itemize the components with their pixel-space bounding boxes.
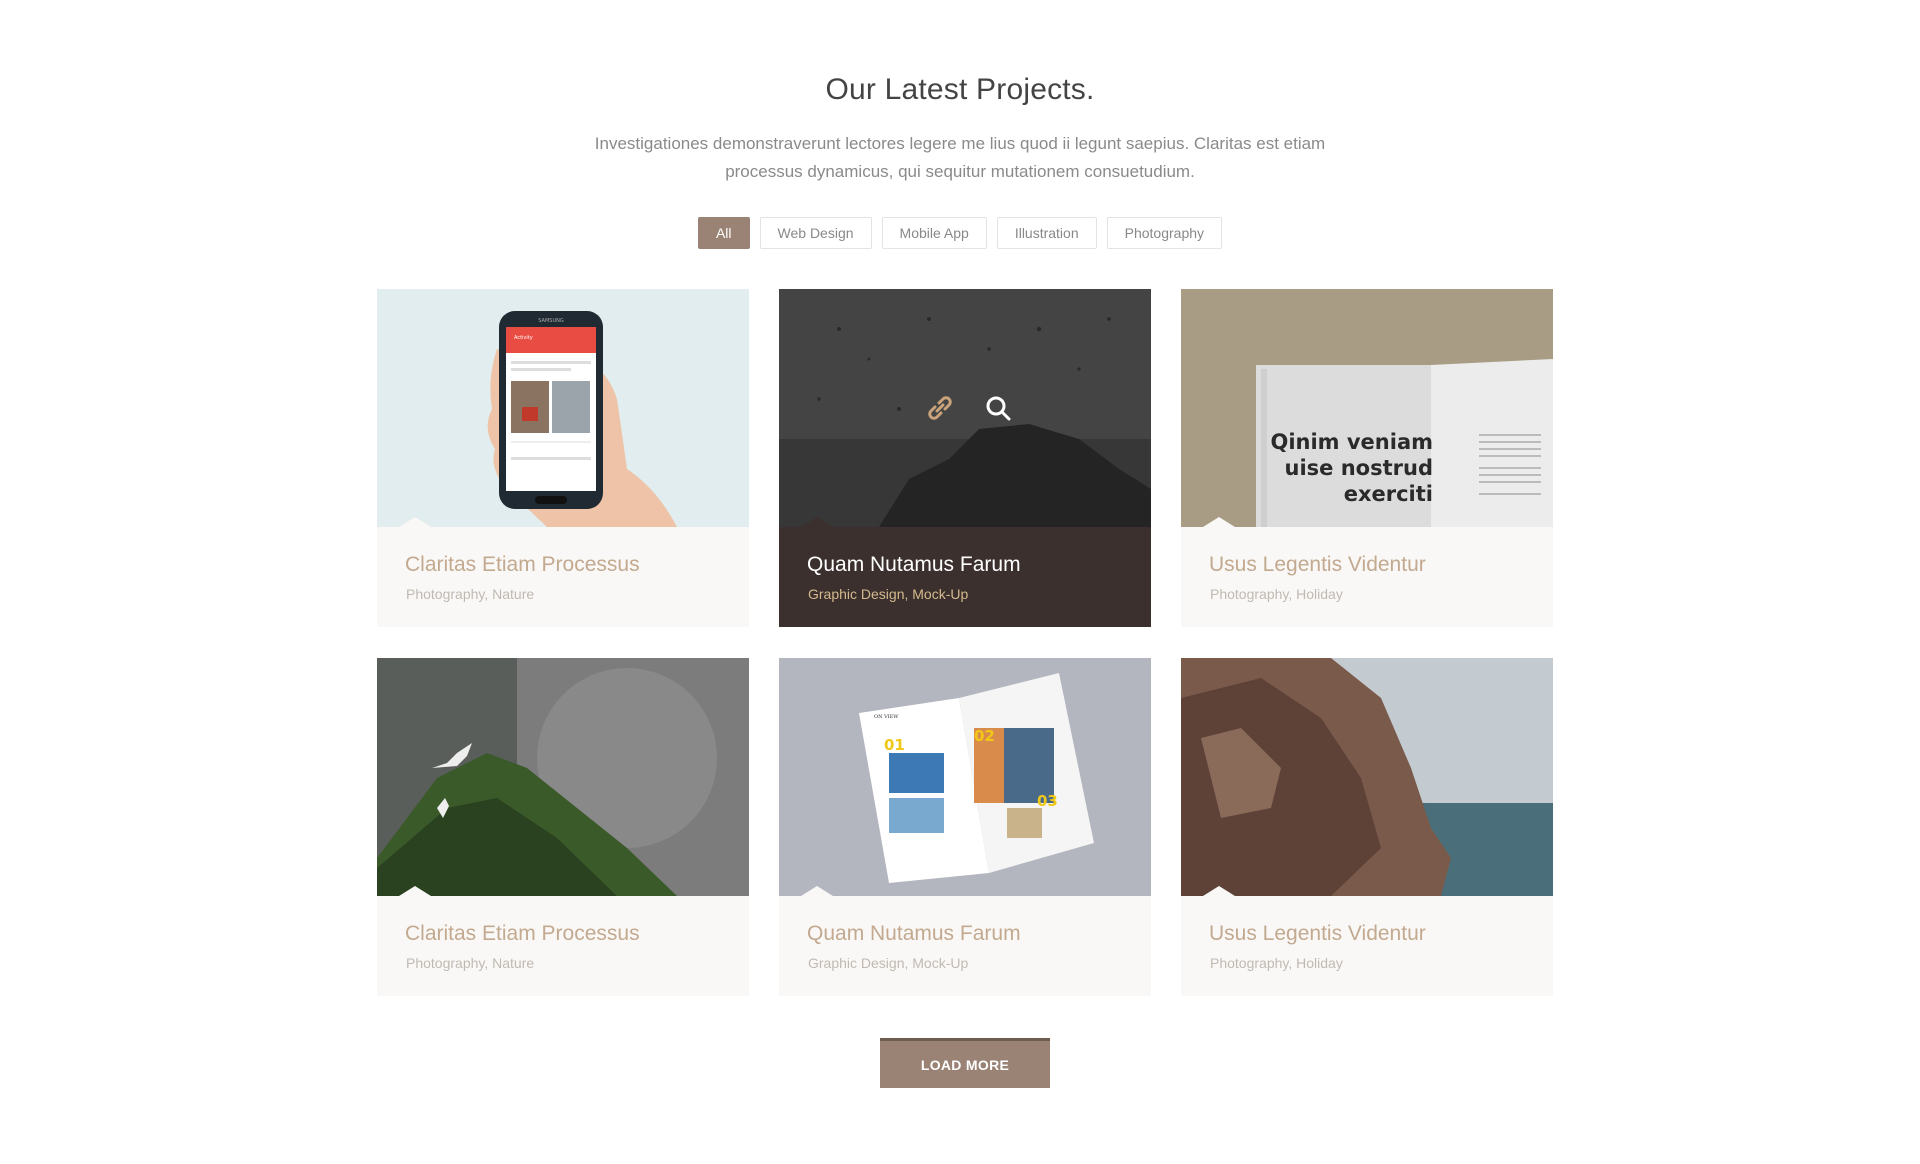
project-title[interactable]: Claritas Etiam Processus xyxy=(405,922,640,946)
filter-illustration[interactable]: Illustration xyxy=(996,217,1097,249)
brochure-photo: 01 02 03 ON VIEW xyxy=(779,658,1151,896)
project-image-brochure[interactable]: 01 02 03 ON VIEW xyxy=(779,658,1151,896)
project-card[interactable]: Claritas Etiam Processus Photography, Na… xyxy=(377,658,749,996)
card-notch xyxy=(1203,517,1235,527)
project-image-rock[interactable] xyxy=(779,289,1151,527)
portfolio-filters: All Web Design Mobile App Illustration P… xyxy=(0,217,1920,249)
search-icon[interactable] xyxy=(983,393,1013,423)
phone-illustration: SAMSUNG Activity xyxy=(377,289,749,527)
project-card[interactable]: 01 02 03 ON VIEW Quam Nutamus Farum Grap… xyxy=(779,658,1151,996)
card-notch xyxy=(399,517,431,527)
seagulls-photo xyxy=(377,658,749,896)
project-image-sea-cliff[interactable] xyxy=(1181,658,1553,896)
section-heading: Our Latest Projects. xyxy=(825,73,1095,106)
filter-all[interactable]: All xyxy=(697,217,750,249)
project-image-phone[interactable]: SAMSUNG Activity xyxy=(377,289,749,527)
svg-text:exerciti: exerciti xyxy=(1344,482,1433,506)
project-tags: Photography, Holiday xyxy=(1210,955,1343,971)
project-tags: Graphic Design, Mock-Up xyxy=(808,586,969,602)
project-image-magazine[interactable]: Qinim veniam uise nostrud exerciti xyxy=(1181,289,1553,527)
svg-text:Qinim veniam: Qinim veniam xyxy=(1270,430,1433,454)
hover-actions xyxy=(925,393,1013,423)
project-tags: Photography, Nature xyxy=(406,586,535,602)
svg-text:uise nostrud: uise nostrud xyxy=(1285,456,1433,480)
project-tags: Photography, Holiday xyxy=(1210,586,1343,602)
project-image-seagulls[interactable] xyxy=(377,658,749,896)
filter-mobile-app[interactable]: Mobile App xyxy=(881,217,987,249)
project-card[interactable]: Usus Legentis Videntur Photography, Holi… xyxy=(1181,658,1553,996)
card-notch xyxy=(1203,886,1235,896)
card-notch xyxy=(399,886,431,896)
magazine-photo: Qinim veniam uise nostrud exerciti xyxy=(1181,289,1553,527)
project-tags: Photography, Nature xyxy=(406,955,535,971)
svg-text:01: 01 xyxy=(884,736,905,754)
project-card[interactable]: SAMSUNG Activity Claritas Etiam Processu… xyxy=(377,289,749,627)
svg-text:SAMSUNG: SAMSUNG xyxy=(538,318,564,324)
project-card[interactable]: Qinim veniam uise nostrud exerciti Usus … xyxy=(1181,289,1553,627)
project-card-active[interactable]: Quam Nutamus Farum Graphic Design, Mock-… xyxy=(779,289,1151,627)
card-notch xyxy=(801,886,833,896)
project-title[interactable]: Quam Nutamus Farum xyxy=(807,922,1021,946)
project-title[interactable]: Usus Legentis Videntur xyxy=(1209,922,1426,946)
project-tags: Graphic Design, Mock-Up xyxy=(808,955,969,971)
svg-text:02: 02 xyxy=(974,727,995,745)
sea-cliff-photo xyxy=(1181,658,1553,896)
load-more-button[interactable]: LOAD MORE xyxy=(880,1038,1050,1088)
section-subtitle: Investigationes demonstraverunt lectores… xyxy=(594,134,1326,181)
project-title[interactable]: Quam Nutamus Farum xyxy=(807,553,1021,577)
link-icon[interactable] xyxy=(925,393,955,423)
svg-text:ON VIEW: ON VIEW xyxy=(874,714,899,720)
filter-photography[interactable]: Photography xyxy=(1106,217,1223,249)
svg-text:Activity: Activity xyxy=(514,335,533,341)
card-notch xyxy=(801,517,833,527)
project-title[interactable]: Claritas Etiam Processus xyxy=(405,553,640,577)
project-title[interactable]: Usus Legentis Videntur xyxy=(1209,553,1426,577)
svg-text:03: 03 xyxy=(1037,792,1058,810)
filter-web-design[interactable]: Web Design xyxy=(759,217,872,249)
